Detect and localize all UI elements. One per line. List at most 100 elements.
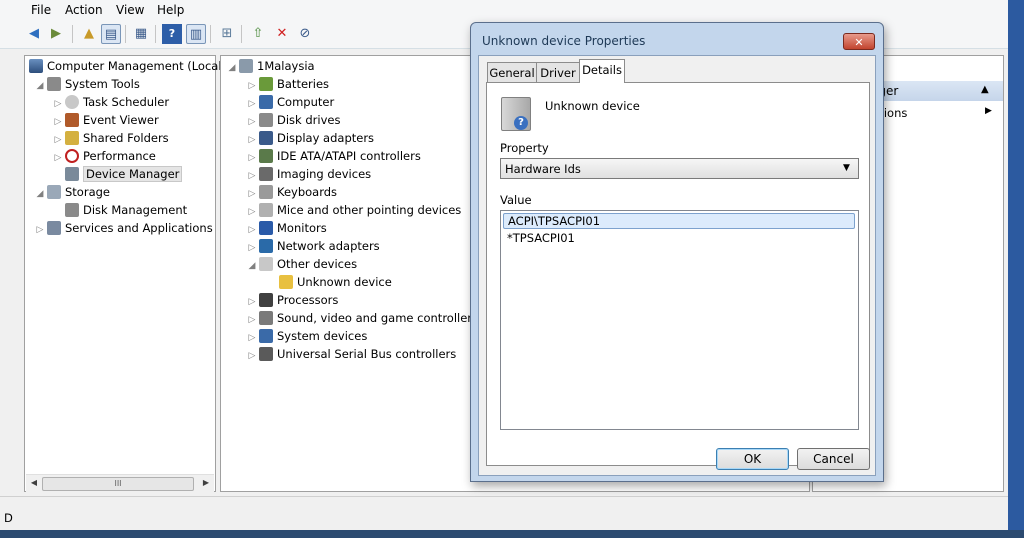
show-action-pane-icon[interactable]: ▥ <box>186 24 206 44</box>
tree-system-tools[interactable]: ◢ System Tools <box>35 75 140 93</box>
device-category-icon <box>259 203 273 217</box>
tree-root[interactable]: Computer Management (Local <box>27 57 222 75</box>
list-item-selected[interactable]: ACPI\TPSACPI01 <box>503 213 855 229</box>
category-label: Other devices <box>277 257 358 271</box>
disable-icon[interactable]: ⊘ <box>295 24 315 44</box>
device-unknown[interactable]: Unknown device <box>277 273 392 291</box>
device-category[interactable]: ▷ Processors <box>247 291 338 309</box>
unknown-device-icon: ? <box>501 97 531 131</box>
device-category[interactable]: ▷ Keyboards <box>247 183 337 201</box>
show-tree-icon[interactable]: ▤ <box>101 24 121 44</box>
menu-action[interactable]: Action <box>65 3 103 17</box>
category-label: Display adapters <box>277 131 375 145</box>
tree-device-manager-label: Device Manager <box>83 166 183 182</box>
device-root[interactable]: ◢ 1Malaysia <box>227 57 315 75</box>
device-category[interactable]: ▷ Display adapters <box>247 129 374 147</box>
device-category[interactable]: ▷ Batteries <box>247 75 329 93</box>
uninstall-icon[interactable]: ✕ <box>272 24 292 44</box>
device-category[interactable]: ▷ Disk drives <box>247 111 340 129</box>
tree-task-scheduler[interactable]: ▷ Task Scheduler <box>53 93 169 111</box>
list-item[interactable]: *TPSACPI01 <box>503 231 855 247</box>
tab-general[interactable]: General <box>487 62 537 82</box>
tree-storage-label: Storage <box>65 185 110 199</box>
expanded-arrow-icon[interactable]: ◢ <box>247 257 257 275</box>
device-category[interactable]: ▷ System devices <box>247 327 367 345</box>
device-category-icon <box>259 347 273 361</box>
device-category[interactable]: ▷ Computer <box>247 93 334 111</box>
up-folder-icon[interactable]: ▲ <box>79 24 99 44</box>
details-panel: ? Unknown device Property Hardware Ids ▼… <box>486 82 870 466</box>
forward-icon[interactable]: ▶ <box>46 24 66 44</box>
menu-view[interactable]: View <box>116 3 144 17</box>
back-icon[interactable]: ◀ <box>24 24 44 44</box>
device-category[interactable]: ▷ Universal Serial Bus controllers <box>247 345 456 363</box>
device-root-label: 1Malaysia <box>257 59 315 73</box>
tree-event-viewer-label: Event Viewer <box>83 113 159 127</box>
tab-details[interactable]: Details <box>579 59 625 83</box>
properties-dialog: Unknown device Properties ✕ General Driv… <box>470 22 884 482</box>
scroll-left-icon[interactable]: ◀ <box>26 475 42 491</box>
collapsed-arrow-icon[interactable]: ▷ <box>35 221 45 239</box>
tab-driver[interactable]: Driver <box>536 62 580 82</box>
tree-disk-management[interactable]: Disk Management <box>63 201 187 219</box>
dialog-title: Unknown device Properties <box>482 34 646 48</box>
collapsed-arrow-icon[interactable]: ▷ <box>247 347 257 365</box>
property-label: Property <box>500 141 549 155</box>
category-label: Imaging devices <box>277 167 372 181</box>
tree-device-manager[interactable]: Device Manager <box>63 165 183 183</box>
device-unknown-label: Unknown device <box>297 275 392 289</box>
ok-button[interactable]: OK <box>716 448 789 470</box>
device-category[interactable]: ▷ Network adapters <box>247 237 380 255</box>
scroll-thumb[interactable]: III <box>42 477 194 491</box>
property-dropdown[interactable]: Hardware Ids ▼ <box>500 158 859 179</box>
cancel-button[interactable]: Cancel <box>797 448 870 470</box>
console-tree-pane: Computer Management (Local ◢ System Tools… <box>24 55 222 492</box>
value-item: *TPSACPI01 <box>507 231 575 245</box>
tree-storage[interactable]: ◢ Storage <box>35 183 110 201</box>
device-category[interactable]: ▷ Monitors <box>247 219 327 237</box>
tree-disk-management-label: Disk Management <box>83 203 188 217</box>
scroll-right-icon[interactable]: ▶ <box>198 475 214 491</box>
category-label: Processors <box>277 293 339 307</box>
category-label: Disk drives <box>277 113 341 127</box>
collapse-up-icon[interactable]: ▲ <box>981 84 989 95</box>
dropdown-arrow-icon[interactable]: ▼ <box>843 163 850 173</box>
tree-performance[interactable]: ▷ Performance <box>53 147 156 165</box>
expanded-arrow-icon[interactable]: ◢ <box>35 185 45 203</box>
status-bar: D <box>0 496 1008 525</box>
tree-event-viewer[interactable]: ▷ Event Viewer <box>53 111 159 129</box>
menu-help[interactable]: Help <box>157 3 184 17</box>
category-other-devices[interactable]: ◢ Other devices <box>247 255 357 273</box>
tools-icon <box>47 77 61 91</box>
export-list-icon[interactable]: ▦ <box>131 24 151 44</box>
category-label: System devices <box>277 329 368 343</box>
device-category-icon <box>259 95 273 109</box>
help-icon[interactable]: ? <box>162 24 182 44</box>
category-label: Sound, video and game controllers <box>277 311 479 325</box>
expanded-arrow-icon[interactable]: ◢ <box>227 59 237 77</box>
category-label: IDE ATA/ATAPI controllers <box>277 149 421 163</box>
scan-hardware-icon[interactable]: ⊞ <box>217 24 237 44</box>
device-category[interactable]: ▷ IDE ATA/ATAPI controllers <box>247 147 421 165</box>
computer-icon <box>239 59 253 73</box>
device-category-icon <box>259 149 273 163</box>
tree-shared-folders[interactable]: ▷ Shared Folders <box>53 129 169 147</box>
warning-icon <box>279 275 293 289</box>
close-icon[interactable]: ✕ <box>843 33 875 50</box>
device-category[interactable]: ▷ Imaging devices <box>247 165 371 183</box>
tree-services[interactable]: ▷ Services and Applications <box>35 219 213 237</box>
menu-file[interactable]: File <box>31 3 51 17</box>
device-category-icon <box>259 239 273 253</box>
value-list[interactable]: ACPI\TPSACPI01 *TPSACPI01 <box>500 210 859 430</box>
device-manager-icon <box>65 167 79 181</box>
horizontal-scrollbar[interactable]: ◀ III ▶ <box>26 474 214 492</box>
collapsed-arrow-icon[interactable]: ▷ <box>53 149 63 167</box>
device-category[interactable]: ▷ Mice and other pointing devices <box>247 201 461 219</box>
device-category[interactable]: ▷ Sound, video and game controllers <box>247 309 478 327</box>
expanded-arrow-icon[interactable]: ◢ <box>35 77 45 95</box>
update-driver-icon[interactable]: ⇧ <box>248 24 268 44</box>
tree-performance-label: Performance <box>83 149 156 163</box>
value-item: ACPI\TPSACPI01 <box>508 214 601 228</box>
device-category-icon <box>259 113 273 127</box>
device-name: Unknown device <box>545 99 640 113</box>
